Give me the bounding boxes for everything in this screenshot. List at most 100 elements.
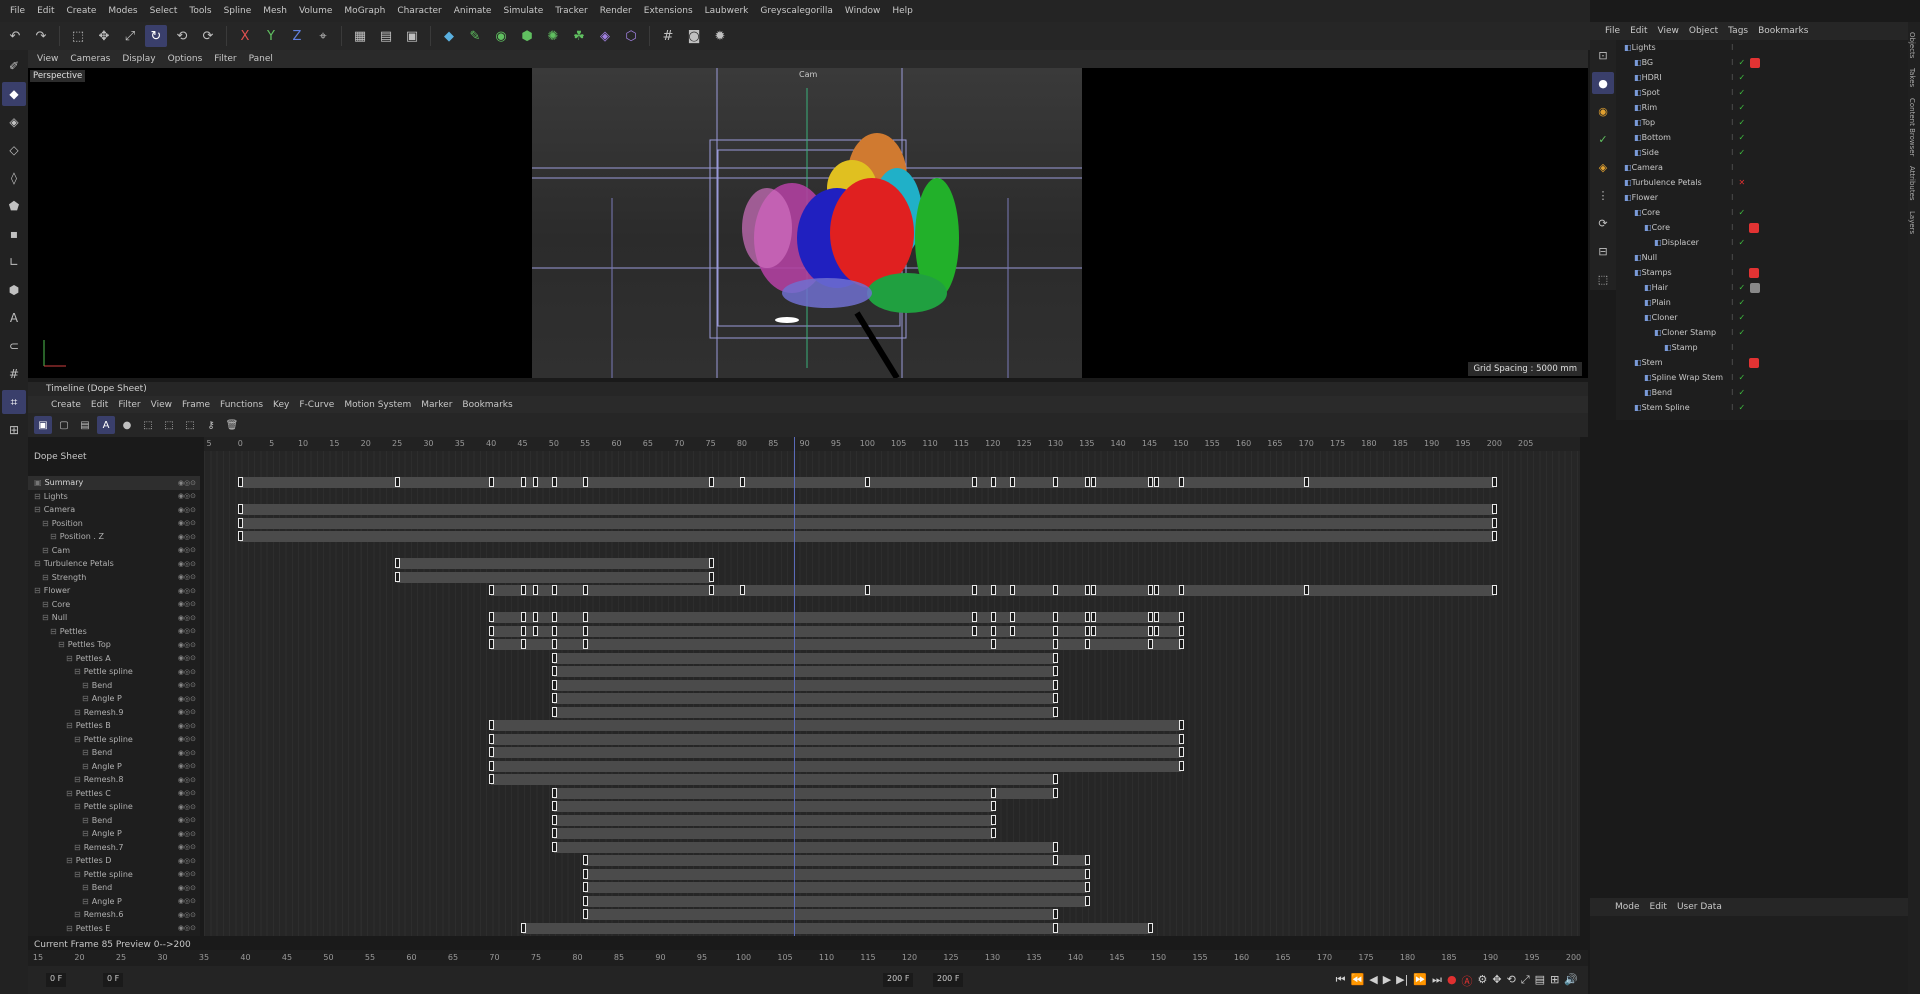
key-range-bar[interactable] [397,571,711,583]
effector-icon[interactable]: ⬡ [620,25,642,47]
keyframe[interactable] [1084,868,1090,879]
track-visibility-icon[interactable]: ◉◎⊙ [178,614,196,622]
keyframe[interactable] [865,477,871,487]
timeline-menu-bookmarks[interactable]: Bookmarks [457,400,517,410]
keyframe[interactable] [1053,625,1059,636]
menu-help[interactable]: Help [886,6,919,16]
keyframe[interactable] [551,612,557,622]
redo-last-icon[interactable]: ⟲ [171,25,193,47]
keyframe[interactable] [551,706,557,717]
keyframe[interactable] [1053,652,1059,663]
grid-icon[interactable]: # [657,25,679,47]
keyframe[interactable] [1053,477,1059,487]
collapse-icon[interactable]: ⊟ [1592,240,1614,262]
visibility-dots-icon[interactable]: ⁝ [1731,373,1734,382]
track-visibility-icon[interactable]: ◉◎⊙ [178,924,196,932]
expand-icon[interactable]: ⊟ [66,924,73,933]
move-tool-icon[interactable]: ✥ [93,25,115,47]
expand-icon[interactable]: ⊟ [74,667,81,676]
keyframe[interactable] [1178,720,1184,730]
viewport-label[interactable]: Perspective [30,70,86,82]
keyframe[interactable] [1178,625,1184,636]
keyframe[interactable] [551,828,557,838]
object-row[interactable]: ◧ Lights ⁝ [1616,40,1908,55]
timeline-menu-functions[interactable]: Functions [215,400,268,410]
keyframe[interactable] [1084,855,1090,865]
track-row[interactable]: ⊟ Lights ◉◎⊙ [28,490,200,504]
visibility-dots-icon[interactable]: ⁝ [1731,43,1734,52]
expand-icon[interactable]: ⊟ [50,532,57,541]
enabled-check-icon[interactable]: ✓ [1739,388,1746,397]
track-visibility-icon[interactable]: ◉◎⊙ [178,492,196,500]
keyframe[interactable] [708,477,714,487]
side-tab-takes[interactable]: Takes [1908,68,1916,87]
visibility-dots-icon[interactable]: ⁝ [1731,133,1734,142]
track-row[interactable]: ⊟ Angle P ◉◎⊙ [28,692,200,706]
keyframe[interactable] [1492,585,1498,595]
keyframe[interactable] [1053,922,1059,933]
object-row[interactable]: ◧ Rim ⁝ ✓ [1616,100,1908,115]
keyframe[interactable] [1147,639,1153,649]
menu-window[interactable]: Window [839,6,887,16]
key-range-bar[interactable] [553,666,1056,677]
y-axis-icon[interactable]: Y [260,25,282,47]
key-range-bar[interactable] [240,504,1495,515]
visibility-dots-icon[interactable]: ⁝ [1731,253,1734,262]
visibility-dots-icon[interactable]: ⁝ [1731,343,1734,352]
key-range-bar[interactable] [585,909,1056,920]
track-visibility-icon[interactable]: ◉◎⊙ [178,519,196,527]
track-row[interactable]: ⊟ Cam ◉◎⊙ [28,544,200,558]
keyframe[interactable] [395,558,401,568]
track-visibility-icon[interactable]: ◉◎⊙ [178,681,196,689]
sound-icon[interactable]: 🔊 [1564,973,1578,989]
enabled-check-icon[interactable]: ✓ [1739,373,1746,382]
track-visibility-icon[interactable]: ◉◎⊙ [178,641,196,649]
viewport-menu-filter[interactable]: Filter [209,54,241,64]
autokey-icon[interactable]: Ⓐ [1462,973,1473,989]
material-tag-icon[interactable] [1750,282,1761,293]
track-visibility-icon[interactable]: ◉◎⊙ [178,668,196,676]
preview-end-field[interactable]: 200 F [883,973,914,987]
track-visibility-icon[interactable]: ◉◎⊙ [178,749,196,757]
key-range-bar[interactable] [491,747,1181,758]
keyframe[interactable] [551,814,557,825]
undo-icon[interactable]: ↶ [4,25,26,47]
track-row[interactable]: ⊟ Angle P ◉◎⊙ [28,760,200,774]
menu-extensions[interactable]: Extensions [638,6,699,16]
track-row[interactable]: ⊟ Pettles B ◉◎⊙ [28,719,200,733]
dopesheet-mode-icon[interactable]: ▣ [34,416,52,434]
expand-icon[interactable]: ⊟ [74,802,81,811]
keyframe[interactable] [739,585,745,595]
timeline-menu-edit[interactable]: Edit [86,400,113,410]
object-menu-edit[interactable]: Edit [1625,26,1652,36]
keyframe[interactable] [1053,706,1059,717]
keyframe[interactable] [739,477,745,487]
keyframe[interactable] [1009,612,1015,622]
keyframe[interactable] [520,585,526,595]
world-coord-icon[interactable]: ⌖ [312,25,334,47]
track-row[interactable]: ⊟ Position . Z ◉◎⊙ [28,530,200,544]
keyframe-selection-icon[interactable]: ⚙ [1478,973,1488,989]
key-range-bar[interactable] [553,706,1056,718]
keyframe[interactable] [1178,477,1184,487]
menu-render[interactable]: Render [594,6,638,16]
keyframe[interactable] [1091,612,1097,622]
visibility-dots-icon[interactable]: ⁝ [1731,223,1734,233]
expand-icon[interactable]: ⊟ [82,748,89,757]
object-row[interactable]: ◧ Cloner ⁝ ✓ [1616,310,1908,325]
z-axis-icon[interactable]: Z [286,25,308,47]
timeline-menu-view[interactable]: View [146,400,177,410]
keyframe[interactable] [1304,585,1310,595]
keyframe[interactable] [1147,922,1153,933]
polygons-mode-icon[interactable]: ⬟ [2,194,26,218]
render-view-icon[interactable]: ▦ [349,25,371,47]
track-visibility-icon[interactable]: ◉◎⊙ [178,803,196,811]
keyframe[interactable] [1084,639,1090,649]
expand-icon[interactable]: ⊟ [74,708,81,717]
object-row[interactable]: ◧ Flower ⁝ [1616,190,1908,205]
object-row[interactable]: ◧ Stamps ⁝ [1616,265,1908,280]
visibility-dots-icon[interactable]: ⁝ [1731,58,1734,68]
keyframe[interactable] [1084,612,1090,622]
render-settings-icon[interactable]: ▣ [401,25,423,47]
tag-icon[interactable]: ✓ [1592,128,1614,150]
